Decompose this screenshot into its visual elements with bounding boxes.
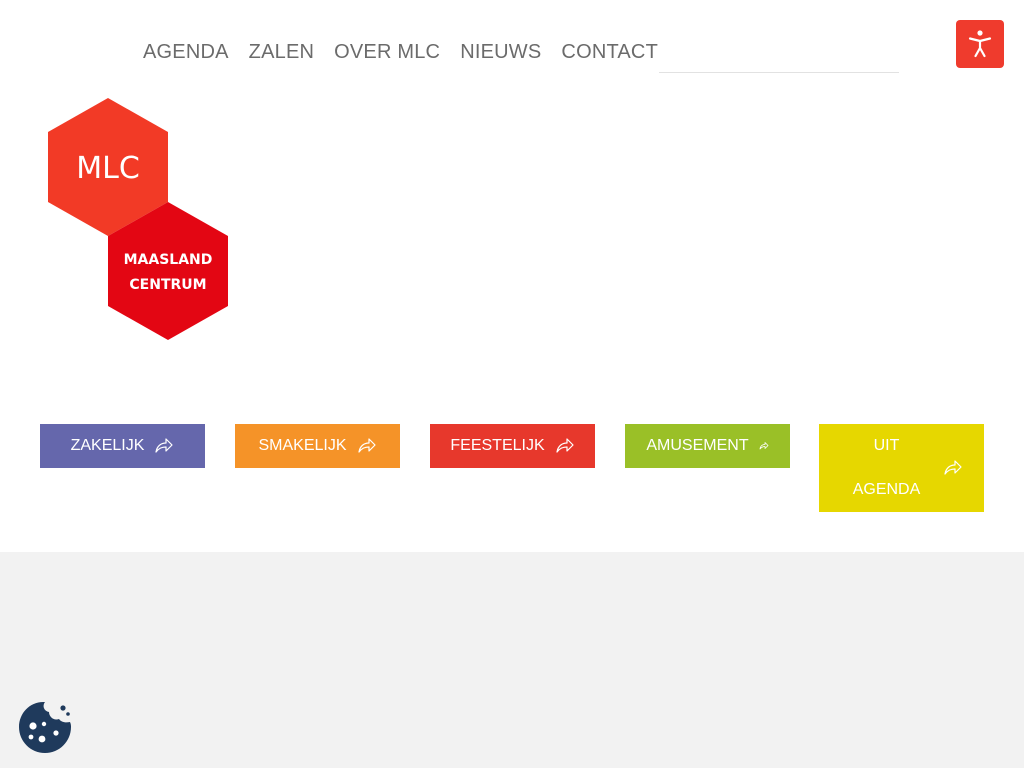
search-input[interactable] <box>659 44 899 73</box>
category-button-zakelijk[interactable]: ZAKELIJK <box>40 424 205 468</box>
logo-text-maasland: MAASLAND <box>124 252 213 268</box>
accessibility-person-icon <box>956 20 1004 68</box>
share-arrow-icon <box>943 460 962 475</box>
category-button-uit-agenda[interactable]: UIT AGENDA <box>819 424 984 512</box>
share-arrow-icon <box>759 442 769 450</box>
nav-item-over-mlc[interactable]: OVER MLC <box>324 38 450 66</box>
category-label: UIT AGENDA <box>852 437 921 498</box>
share-arrow-icon <box>556 438 574 453</box>
category-label: AMUSEMENT <box>646 437 749 454</box>
main-navigation: AGENDA ZALEN OVER MLC NIEUWS CONTACT <box>133 38 668 66</box>
content-area <box>0 552 1024 768</box>
category-label: FEESTELIJK <box>450 437 545 454</box>
category-button-amusement[interactable]: AMUSEMENT <box>625 424 790 468</box>
category-button-smakelijk[interactable]: SMAKELIJK <box>235 424 400 468</box>
cookie-icon <box>19 701 71 753</box>
share-arrow-icon <box>357 438 376 453</box>
logo-text-centrum: CENTRUM <box>129 277 206 293</box>
header-section: AGENDA ZALEN OVER MLC NIEUWS CONTACT MLC… <box>0 0 1024 552</box>
mlc-logo[interactable]: MLC MAASLAND CENTRUM <box>46 96 230 342</box>
category-button-feestelijk[interactable]: FEESTELIJK <box>430 424 595 468</box>
logo-text-mlc: MLC <box>76 151 140 186</box>
accessibility-button[interactable] <box>956 20 1004 68</box>
nav-item-contact[interactable]: CONTACT <box>551 38 668 66</box>
category-label: SMAKELIJK <box>258 437 347 454</box>
nav-item-nieuws[interactable]: NIEUWS <box>450 38 551 66</box>
share-arrow-icon <box>155 438 174 453</box>
cookie-settings-button[interactable] <box>18 700 72 754</box>
nav-item-zalen[interactable]: ZALEN <box>239 38 324 66</box>
nav-item-agenda[interactable]: AGENDA <box>133 38 239 66</box>
category-label: ZAKELIJK <box>70 437 145 454</box>
